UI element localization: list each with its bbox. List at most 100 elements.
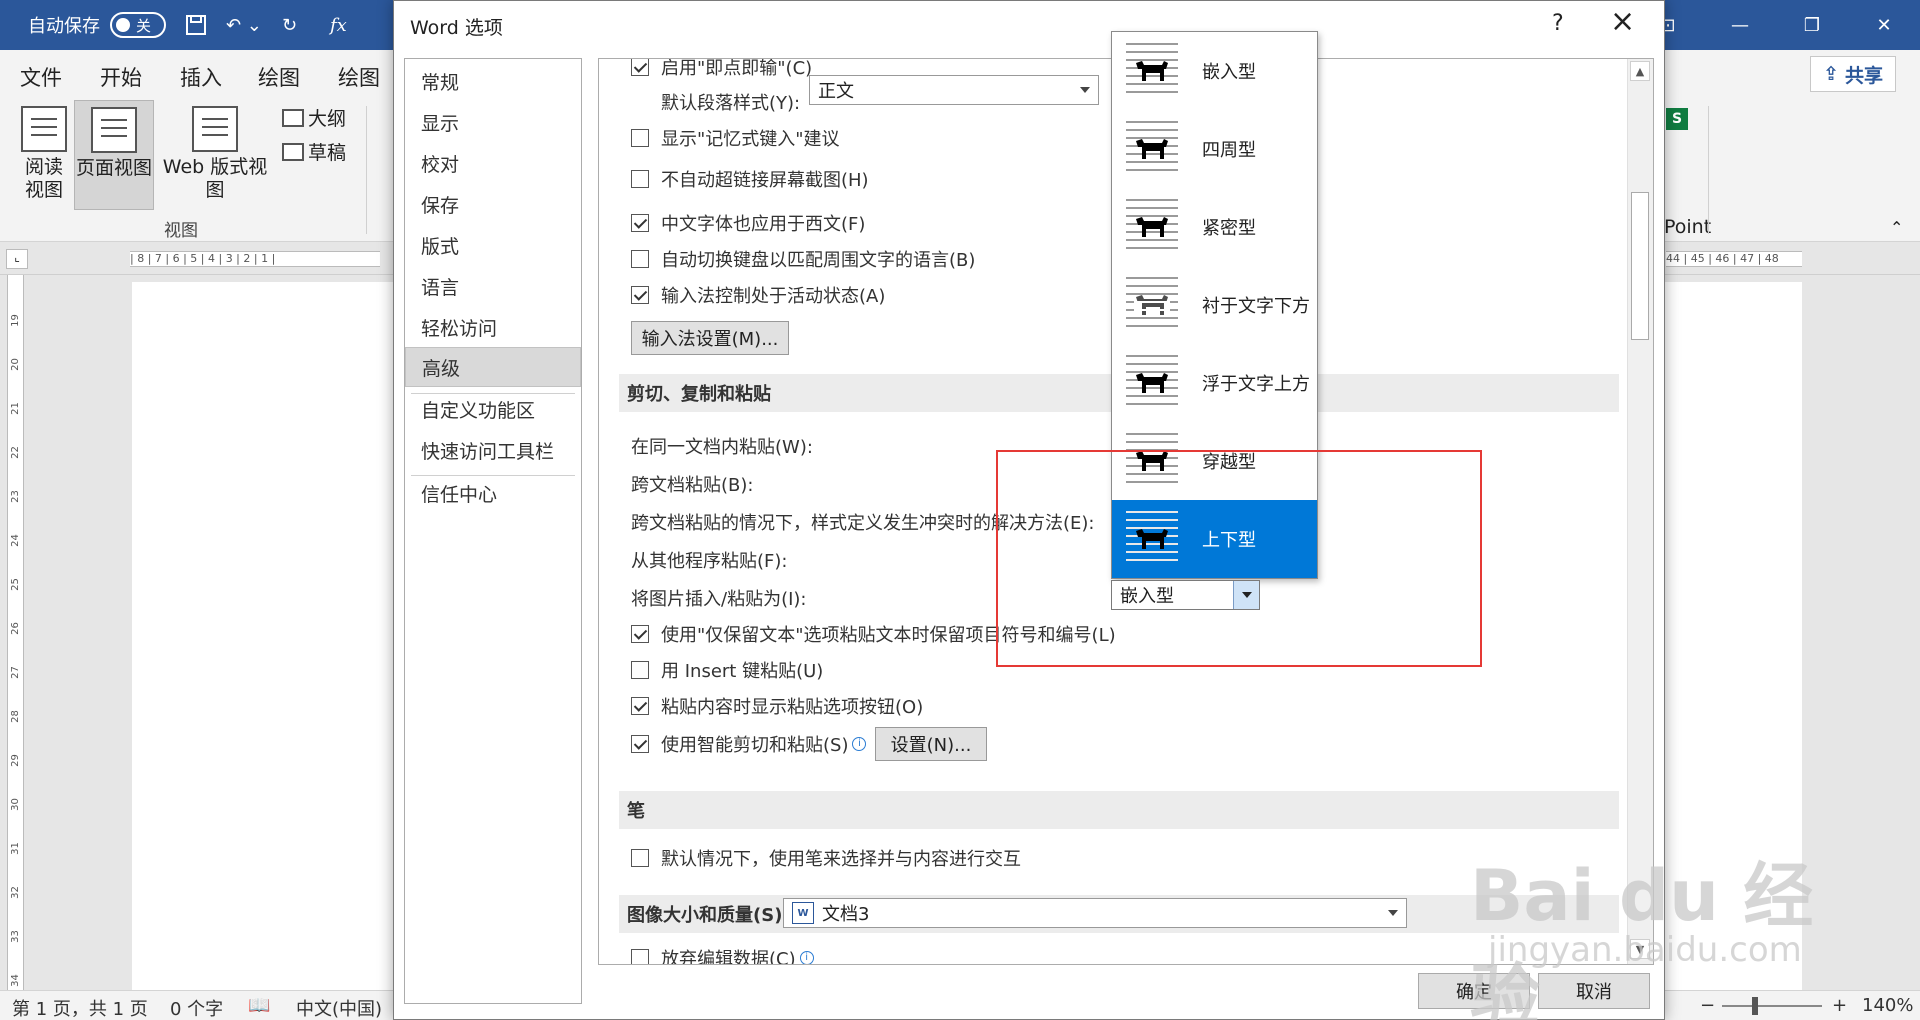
save-icon[interactable] xyxy=(184,10,208,40)
default-pen-option[interactable]: 默认情况下，使用笔来选择并与内容进行交互 xyxy=(631,845,1021,871)
info-icon[interactable]: i xyxy=(799,951,814,964)
nav-item-layout[interactable]: 版式 xyxy=(405,225,581,265)
keep-bullets-option[interactable]: 使用"仅保留文本"选项粘贴文本时保留项目符号和编号(L) xyxy=(631,621,1116,647)
chevron-down-icon xyxy=(1388,910,1398,916)
status-language[interactable]: 中文(中国) xyxy=(296,995,382,1020)
nav-item-accessibility[interactable]: 轻松访问 xyxy=(405,307,581,347)
tab-file[interactable]: 文件 xyxy=(20,62,62,92)
ime-settings-button[interactable]: 输入法设置(M)... xyxy=(631,321,789,355)
chinese-font-west-option[interactable]: 中文字体也应用于西文(F) xyxy=(631,210,865,236)
default-para-style-select[interactable]: 正文 xyxy=(809,75,1099,105)
minimize-icon[interactable]: — xyxy=(1704,0,1776,50)
tab-insert[interactable]: 插入 xyxy=(180,62,222,92)
nav-item-advanced[interactable]: 高级 xyxy=(405,347,581,387)
wrap-option-label: 浮于文字上方 xyxy=(1202,374,1310,395)
checkbox-unchecked[interactable] xyxy=(631,170,649,188)
chinese-font-west-label: 中文字体也应用于西文(F) xyxy=(661,214,866,235)
autosave-label: 自动保存 xyxy=(28,16,100,37)
proofing-icon[interactable]: 📖 xyxy=(248,995,270,1016)
wrap-option-top-and-bottom[interactable]: 上下型 xyxy=(1112,500,1317,578)
checkbox-unchecked[interactable] xyxy=(631,949,649,964)
image-quality-document-value: 文档3 xyxy=(822,904,870,925)
window-close-icon[interactable]: ✕ xyxy=(1848,0,1920,50)
discard-edit-option[interactable]: 放弃编辑数据(C) i xyxy=(631,945,814,964)
insert-pictures-as-select[interactable]: 嵌入型 xyxy=(1111,580,1260,610)
formula-icon[interactable]: fx xyxy=(330,10,347,40)
read-mode-button[interactable]: 阅读 视图 xyxy=(14,106,74,202)
ime-active-label: 输入法控制处于活动状态(A) xyxy=(661,286,886,307)
wrap-option-inline[interactable]: 嵌入型 xyxy=(1112,32,1317,110)
zoom-slider[interactable] xyxy=(1722,1005,1822,1007)
word-document-icon: W xyxy=(792,902,814,924)
smart-cut-label: 使用智能剪切和粘贴(S) xyxy=(661,735,849,756)
ok-button[interactable]: 确定 xyxy=(1418,973,1530,1009)
checkbox-checked[interactable] xyxy=(631,286,649,304)
content-scrollbar[interactable]: ▲ ▼ xyxy=(1627,59,1653,964)
checkbox-unchecked[interactable] xyxy=(631,849,649,867)
share-button[interactable]: ⇪ 共享 xyxy=(1810,56,1896,92)
help-icon[interactable]: ? xyxy=(1552,11,1564,36)
scroll-down-icon[interactable]: ▼ xyxy=(1630,939,1650,959)
auto-keyboard-option[interactable]: 自动切换键盘以匹配周围文字的语言(B) xyxy=(631,246,975,272)
outline-button[interactable]: 大纲 xyxy=(282,104,346,131)
tab-home[interactable]: 开始 xyxy=(100,62,142,92)
zoom-slider-thumb[interactable] xyxy=(1752,997,1758,1015)
nav-item-proofing[interactable]: 校对 xyxy=(405,143,581,183)
wrap-option-in-front-of-text[interactable]: 浮于文字上方 xyxy=(1112,344,1317,422)
wrap-option-tight[interactable]: 紧密型 xyxy=(1112,188,1317,266)
zoom-in-icon[interactable]: + xyxy=(1832,995,1847,1016)
redo-icon[interactable]: ↻ xyxy=(282,10,297,40)
click-and-type-option[interactable]: 启用"即点即输"(C) xyxy=(631,59,812,80)
chevron-down-icon xyxy=(1080,87,1090,93)
autosave-toggle[interactable]: 关 xyxy=(110,12,166,38)
checkbox-unchecked[interactable] xyxy=(631,661,649,679)
scrollbar-thumb[interactable] xyxy=(1631,192,1649,340)
status-page-count[interactable]: 第 1 页，共 1 页 xyxy=(12,995,148,1020)
nav-item-save[interactable]: 保存 xyxy=(405,184,581,224)
nav-item-quick-access[interactable]: 快速访问工具栏 xyxy=(405,430,581,470)
web-layout-button[interactable]: Web 版式视图 xyxy=(156,106,274,202)
wrap-option-behind-text[interactable]: 衬于文字下方 xyxy=(1112,266,1317,344)
smart-cut-option[interactable]: 使用智能剪切和粘贴(S) i xyxy=(631,731,867,757)
nav-item-trust-center[interactable]: 信任中心 xyxy=(405,473,581,513)
status-zoom[interactable]: 140% xyxy=(1862,995,1913,1016)
insert-key-option[interactable]: 用 Insert 键粘贴(U) xyxy=(631,657,823,683)
wrap-option-through[interactable]: 穿越型 xyxy=(1112,422,1317,500)
collapse-ribbon-icon[interactable]: ⌃ xyxy=(1890,218,1903,237)
draft-button[interactable]: 草稿 xyxy=(282,138,346,165)
checkbox-checked[interactable] xyxy=(631,59,649,76)
nav-item-display[interactable]: 显示 xyxy=(405,102,581,142)
sway-icon[interactable]: S xyxy=(1666,108,1688,130)
checkbox-checked[interactable] xyxy=(631,697,649,715)
no-auto-hyperlink-option[interactable]: 不自动超链接屏幕截图(H) xyxy=(631,166,869,192)
wrap-option-square[interactable]: 四周型 xyxy=(1112,110,1317,188)
tab-draw-2[interactable]: 绘图 xyxy=(338,62,380,92)
ruler-ticks-right: 44 | 45 | 46 | 47 | 48 xyxy=(1666,251,1802,267)
checkbox-checked[interactable] xyxy=(631,735,649,753)
checkbox-unchecked[interactable] xyxy=(631,129,649,147)
show-paste-options-option[interactable]: 粘贴内容时显示粘贴选项按钮(O) xyxy=(631,693,923,719)
ime-active-option[interactable]: 输入法控制处于活动状态(A) xyxy=(631,282,885,308)
print-layout-button[interactable]: 页面视图 xyxy=(74,100,154,210)
image-quality-document-select[interactable]: W 文档3 xyxy=(783,898,1407,928)
info-icon[interactable]: i xyxy=(852,737,867,751)
autocomplete-option[interactable]: 显示"记忆式键入"建议 xyxy=(631,125,840,151)
nav-item-customize-ribbon[interactable]: 自定义功能区 xyxy=(405,389,581,429)
status-word-count[interactable]: 0 个字 xyxy=(170,995,223,1020)
tab-stop-selector-icon[interactable]: ⌞ xyxy=(6,249,28,269)
zoom-out-icon[interactable]: − xyxy=(1700,995,1715,1016)
checkbox-unchecked[interactable] xyxy=(631,250,649,268)
close-icon[interactable]: × xyxy=(1610,7,1635,37)
checkbox-checked[interactable] xyxy=(631,625,649,643)
dropdown-arrow-icon[interactable] xyxy=(1233,581,1259,609)
tab-draw[interactable]: 绘图 xyxy=(258,62,300,92)
nav-item-general[interactable]: 常规 xyxy=(405,61,581,101)
undo-icon[interactable]: ↶ ⌄ xyxy=(226,10,262,40)
scroll-up-icon[interactable]: ▲ xyxy=(1630,61,1650,81)
restore-icon[interactable]: ❐ xyxy=(1776,0,1848,50)
nav-item-language[interactable]: 语言 xyxy=(405,266,581,306)
vertical-ruler[interactable]: 19 20 21 22 23 24 25 26 27 28 29 30 31 3… xyxy=(0,275,32,990)
cancel-button[interactable]: 取消 xyxy=(1538,973,1650,1009)
smart-cut-settings-button[interactable]: 设置(N)... xyxy=(875,727,987,761)
checkbox-checked[interactable] xyxy=(631,214,649,232)
